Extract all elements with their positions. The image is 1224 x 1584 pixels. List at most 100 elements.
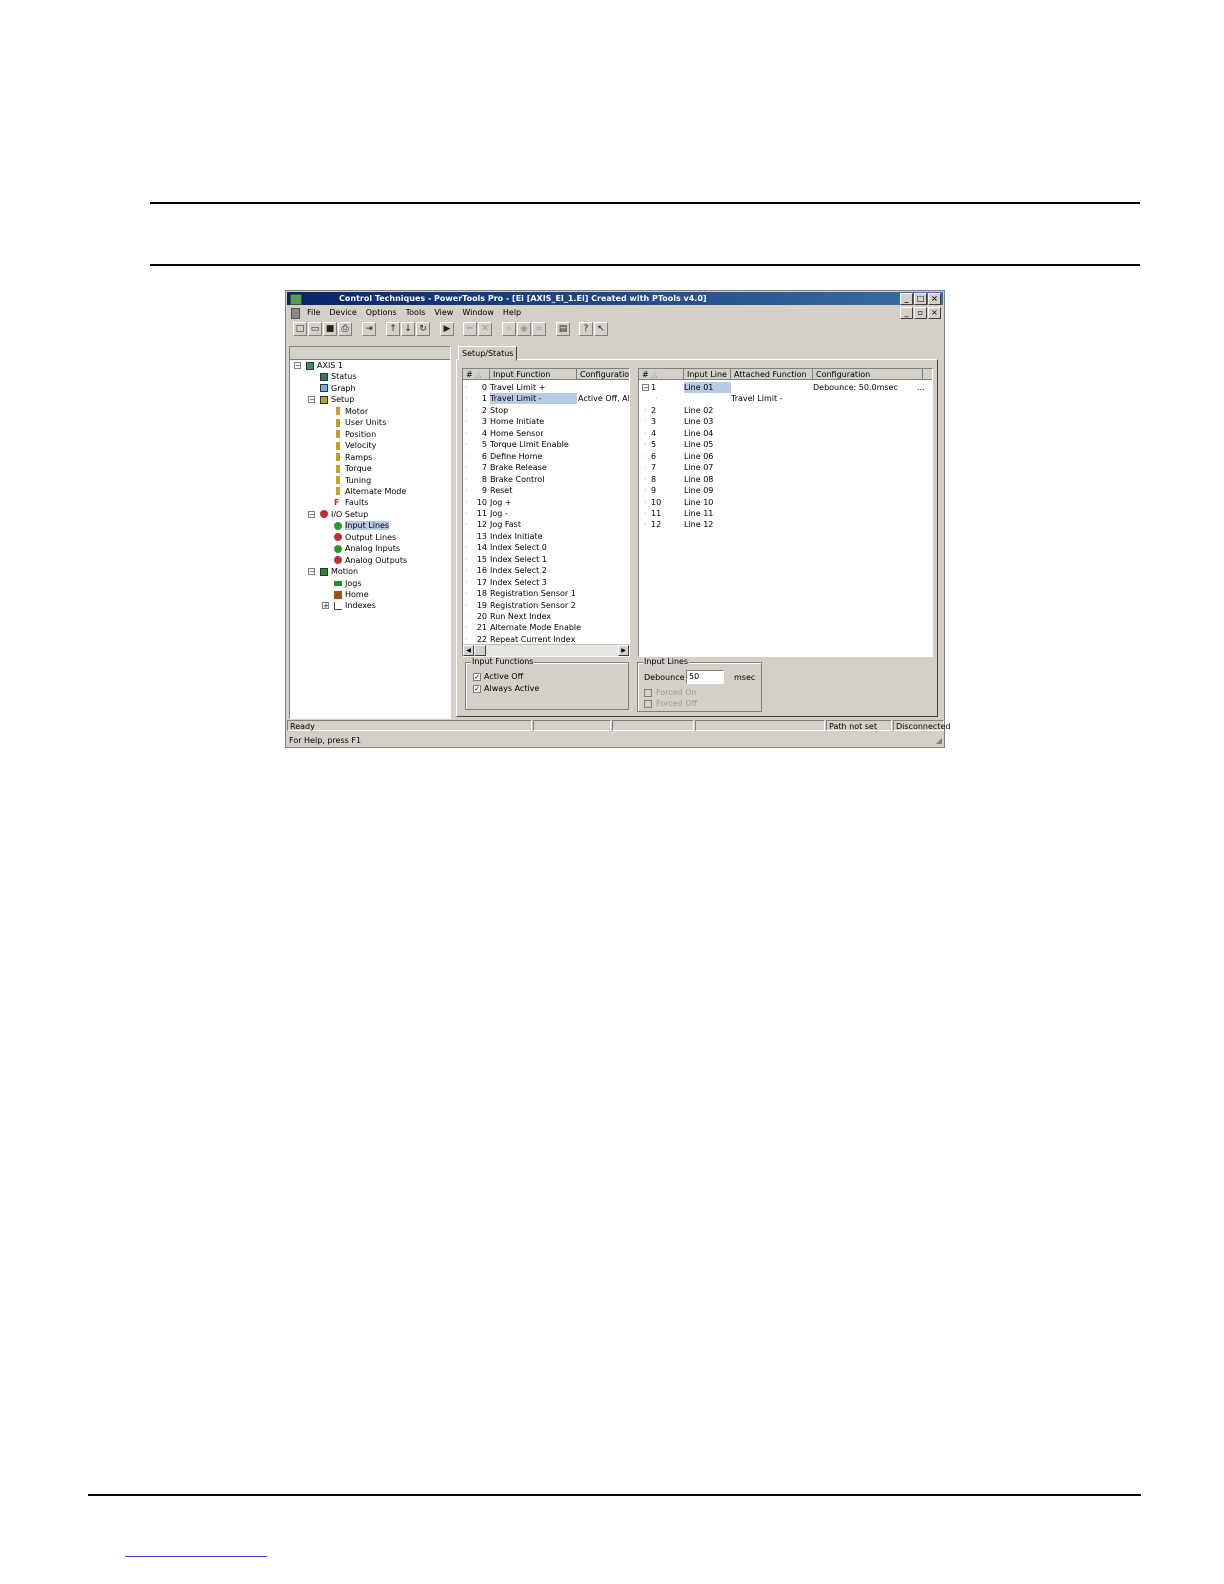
input-function-row[interactable]: · 2 Stop bbox=[463, 405, 629, 416]
input-line-row[interactable]: · 3 Line 03 bbox=[639, 416, 932, 427]
always-active-checkbox[interactable]: ✓ bbox=[473, 685, 481, 693]
tree-item-position[interactable]: Position bbox=[334, 429, 376, 440]
input-function-row[interactable]: · 3 Home Initiate bbox=[463, 416, 629, 427]
scroll-right-icon[interactable]: ▶ bbox=[618, 645, 629, 656]
tree-expander-icon[interactable]: − bbox=[308, 396, 315, 404]
menu-view[interactable]: View bbox=[434, 306, 453, 319]
input-function-row[interactable]: · 14 Index Select 0 bbox=[463, 542, 629, 553]
active-off-checkbox[interactable]: ✓ bbox=[473, 673, 481, 681]
tree-expander-icon[interactable]: − bbox=[308, 568, 315, 576]
collapse-icon[interactable]: − bbox=[642, 384, 649, 392]
input-function-row[interactable]: · 21 Alternate Mode Enable bbox=[463, 622, 629, 633]
zoom-icon[interactable]: ⌕ bbox=[502, 322, 516, 336]
document-icon[interactable] bbox=[291, 308, 300, 319]
help-icon[interactable]: ? bbox=[579, 322, 593, 336]
input-function-row[interactable]: · 20 Run Next Index bbox=[463, 611, 629, 622]
input-line-row[interactable]: · 7 Line 07 bbox=[639, 462, 932, 473]
input-function-row[interactable]: · 5 Torque Limit Enable bbox=[463, 439, 629, 450]
input-function-row[interactable]: · 10 Jog + bbox=[463, 497, 629, 508]
input-function-row[interactable]: · 4 Home Sensor bbox=[463, 428, 629, 439]
input-line-row[interactable]: · 10 Line 10 bbox=[639, 497, 932, 508]
col-header-input-line[interactable]: Input Line bbox=[684, 369, 731, 380]
input-line-row[interactable]: · 2 Line 02 bbox=[639, 405, 932, 416]
tree-item-home[interactable]: Home bbox=[334, 589, 369, 600]
input-line-row[interactable]: · 11 Line 11 bbox=[639, 508, 932, 519]
connect-icon[interactable]: ⇥ bbox=[362, 322, 376, 336]
debounce-input[interactable]: 50 bbox=[686, 670, 724, 684]
tree-item-user-units[interactable]: User Units bbox=[334, 417, 386, 428]
tree-expander-icon[interactable]: − bbox=[294, 362, 301, 370]
tree-item-analog-outputs[interactable]: Analog Outputs bbox=[334, 555, 407, 566]
input-function-row[interactable]: · 17 Index Select 3 bbox=[463, 577, 629, 588]
open-folder-icon[interactable]: ▭ bbox=[308, 322, 322, 336]
tree-item-ramps[interactable]: Ramps bbox=[334, 452, 372, 463]
input-function-row[interactable]: · 1Travel Limit -Active Off, Al... bbox=[463, 393, 629, 405]
print-icon[interactable]: ⎙ bbox=[338, 322, 352, 336]
tab-setup-status[interactable]: Setup/Status bbox=[458, 346, 518, 361]
close-button[interactable]: × bbox=[928, 293, 941, 305]
cut-icon[interactable]: ✂ bbox=[463, 322, 477, 336]
menu-device[interactable]: Device bbox=[329, 306, 356, 319]
input-function-row[interactable]: · 13 Index Initiate bbox=[463, 531, 629, 542]
input-line-row[interactable]: · 9 Line 09 bbox=[639, 485, 932, 496]
tree-item-torque[interactable]: Torque bbox=[334, 463, 372, 474]
input-line-row[interactable]: −1 Line 01 Debounce: 50.0msec... bbox=[639, 382, 932, 393]
menu-file[interactable]: File bbox=[307, 306, 320, 319]
input-function-row[interactable]: · 15 Index Select 1 bbox=[463, 554, 629, 565]
tree-item-setup[interactable]: Setup bbox=[320, 394, 354, 405]
input-function-row[interactable]: · 8 Brake Control bbox=[463, 474, 629, 485]
input-function-row[interactable]: · 18 Registration Sensor 1 bbox=[463, 588, 629, 599]
tree-item-alternate-mode[interactable]: Alternate Mode bbox=[334, 486, 406, 497]
tree-item-faults[interactable]: F Faults bbox=[334, 497, 368, 508]
menu-window[interactable]: Window bbox=[462, 306, 494, 319]
horizontal-scrollbar[interactable]: ◀ ▶ bbox=[463, 644, 629, 656]
input-function-row[interactable]: · 6 Define Home bbox=[463, 451, 629, 462]
save-icon[interactable]: ■ bbox=[323, 322, 337, 336]
tree-item-status[interactable]: Status bbox=[320, 371, 357, 382]
tree-item-jogs[interactable]: Jogs bbox=[334, 578, 362, 589]
upload-icon[interactable]: ↑ bbox=[386, 322, 400, 336]
tree-item-output-lines[interactable]: Output Lines bbox=[334, 532, 396, 543]
run-icon[interactable]: ▶ bbox=[440, 322, 454, 336]
glasses-icon[interactable]: ∞ bbox=[532, 322, 546, 336]
tree-item-i-o-setup[interactable]: I/O Setup bbox=[320, 509, 368, 520]
menu-options[interactable]: Options bbox=[366, 306, 397, 319]
forced-off-checkbox[interactable] bbox=[644, 700, 652, 708]
maximize-button[interactable]: □ bbox=[914, 293, 927, 305]
input-function-row[interactable]: · 12 Jog Fast bbox=[463, 519, 629, 530]
input-function-row[interactable]: · 11 Jog - bbox=[463, 508, 629, 519]
tree-item-axis-1[interactable]: AXIS 1 bbox=[306, 360, 343, 371]
input-line-row[interactable]: · 12 Line 12 bbox=[639, 519, 932, 530]
input-line-row[interactable]: · 4 Line 04 bbox=[639, 428, 932, 439]
menu-help[interactable]: Help bbox=[503, 306, 521, 319]
input-function-row[interactable]: · 19 Registration Sensor 2 bbox=[463, 600, 629, 611]
download-icon[interactable]: ↓ bbox=[401, 322, 415, 336]
tree-expander-icon[interactable]: − bbox=[308, 510, 315, 518]
col-header-line-configuration[interactable]: Configuration bbox=[813, 369, 923, 380]
col-header-configuration[interactable]: Configuration bbox=[577, 369, 629, 380]
tree-item-graph[interactable]: Graph bbox=[320, 383, 356, 394]
window-layout-icon[interactable]: ▤ bbox=[556, 322, 570, 336]
update-drive-icon[interactable]: ↻ bbox=[416, 322, 430, 336]
delete-icon[interactable]: ✕ bbox=[478, 322, 492, 336]
title-bar[interactable]: Control Techniques - PowerTools Pro - [E… bbox=[287, 292, 943, 305]
scroll-thumb[interactable] bbox=[474, 645, 486, 656]
minimize-button[interactable]: _ bbox=[900, 293, 913, 305]
scroll-left-icon[interactable]: ◀ bbox=[463, 645, 474, 656]
new-file-icon[interactable]: □ bbox=[293, 322, 307, 336]
col-header-input-function[interactable]: Input Function bbox=[490, 369, 577, 380]
mdi-minimize-button[interactable]: _ bbox=[900, 307, 913, 319]
input-function-row[interactable]: · 9 Reset bbox=[463, 485, 629, 496]
input-line-row[interactable]: · 8 Line 08 bbox=[639, 474, 932, 485]
tree-item-motor[interactable]: Motor bbox=[334, 406, 368, 417]
input-function-row[interactable]: · 0 Travel Limit + bbox=[463, 382, 629, 393]
tree-item-motion[interactable]: Motion bbox=[320, 566, 358, 577]
context-help-icon[interactable]: ↖ bbox=[594, 322, 608, 336]
tree-item-input-lines[interactable]: Input Lines bbox=[334, 520, 390, 531]
mdi-close-button[interactable]: × bbox=[928, 307, 941, 319]
forced-on-checkbox[interactable] bbox=[644, 689, 652, 697]
input-line-row[interactable]: · Travel Limit - bbox=[639, 393, 932, 404]
record-icon[interactable]: ◉ bbox=[517, 322, 531, 336]
tree-item-analog-inputs[interactable]: Analog Inputs bbox=[334, 543, 400, 554]
menu-tools[interactable]: Tools bbox=[406, 306, 426, 319]
